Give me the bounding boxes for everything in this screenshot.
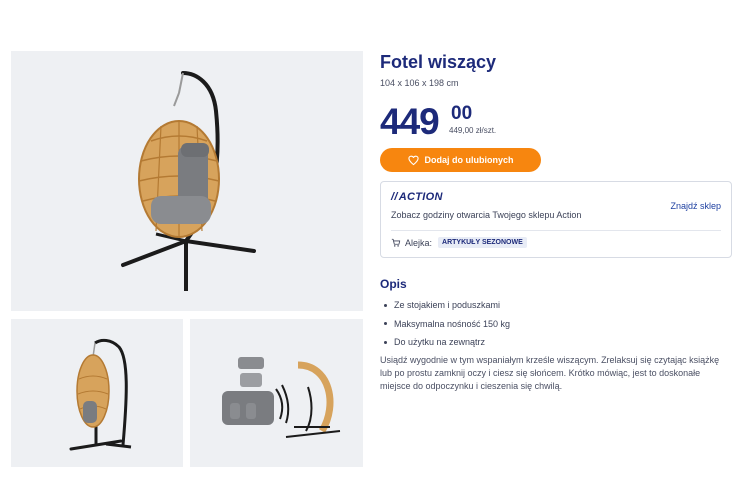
add-to-favorites-button[interactable]: Dodaj do ulubionych [380, 148, 541, 172]
features-list: Ze stojakiem i poduszkami Maksymalna noś… [384, 296, 510, 352]
thumbnail-image-2[interactable] [190, 319, 363, 467]
product-title: Fotel wiszący [380, 52, 497, 72]
action-logo-text: ACTION [398, 191, 443, 203]
add-to-favorites-label: Dodaj do ulubionych [424, 155, 514, 165]
main-product-image[interactable] [11, 51, 363, 311]
description-text: Usiądź wygodnie w tym wspaniałym krześle… [380, 355, 720, 391]
disassembled-chair-illustration [222, 357, 341, 438]
list-item: Maksymalna nośność 150 kg [384, 315, 510, 334]
product-dimensions: 104 x 106 x 198 cm [380, 78, 459, 88]
bullet-icon [384, 340, 387, 344]
find-store-link[interactable]: Znajdź sklep [670, 201, 721, 211]
aisle-row: Alejka: ARTYKUŁY SEZONOWE [391, 237, 527, 248]
feature-text: Ze stojakiem i poduszkami [394, 300, 501, 311]
aisle-badge: ARTYKUŁY SEZONOWE [438, 237, 527, 248]
aisle-label: Alejka: [405, 237, 433, 248]
thumbnail-image-1[interactable] [11, 319, 183, 467]
action-logo: // ACTION [391, 191, 443, 203]
hanging-chair-side-illustration [69, 338, 132, 451]
price-block: 449 00 449,00 zł/szt. [380, 102, 732, 142]
list-item: Ze stojakiem i poduszkami [384, 296, 510, 315]
shopping-cart-icon [391, 238, 401, 247]
price-integer: 449 [380, 101, 440, 142]
divider [391, 230, 721, 231]
bullet-icon [384, 303, 387, 307]
feature-text: Do użytku na zewnątrz [394, 337, 486, 348]
list-item: Do użytku na zewnątrz [384, 333, 510, 352]
feature-text: Maksymalna nośność 150 kg [394, 318, 511, 329]
bullet-icon [384, 322, 387, 326]
heart-icon [407, 155, 419, 165]
hanging-chair-illustration [121, 71, 256, 291]
price-decimal: 00 [451, 103, 473, 124]
product-info: Fotel wiszący 104 x 106 x 198 cm 449 00 … [380, 51, 732, 142]
description-heading: Opis [380, 277, 407, 291]
store-hours-text: Zobacz godziny otwarcia Twojego sklepu A… [391, 210, 582, 220]
store-info-box: // ACTION Znajdź sklep Zobacz godziny ot… [380, 181, 732, 258]
price-per-unit: 449,00 zł/szt. [449, 126, 497, 135]
logo-slash-icon: // [391, 191, 398, 203]
